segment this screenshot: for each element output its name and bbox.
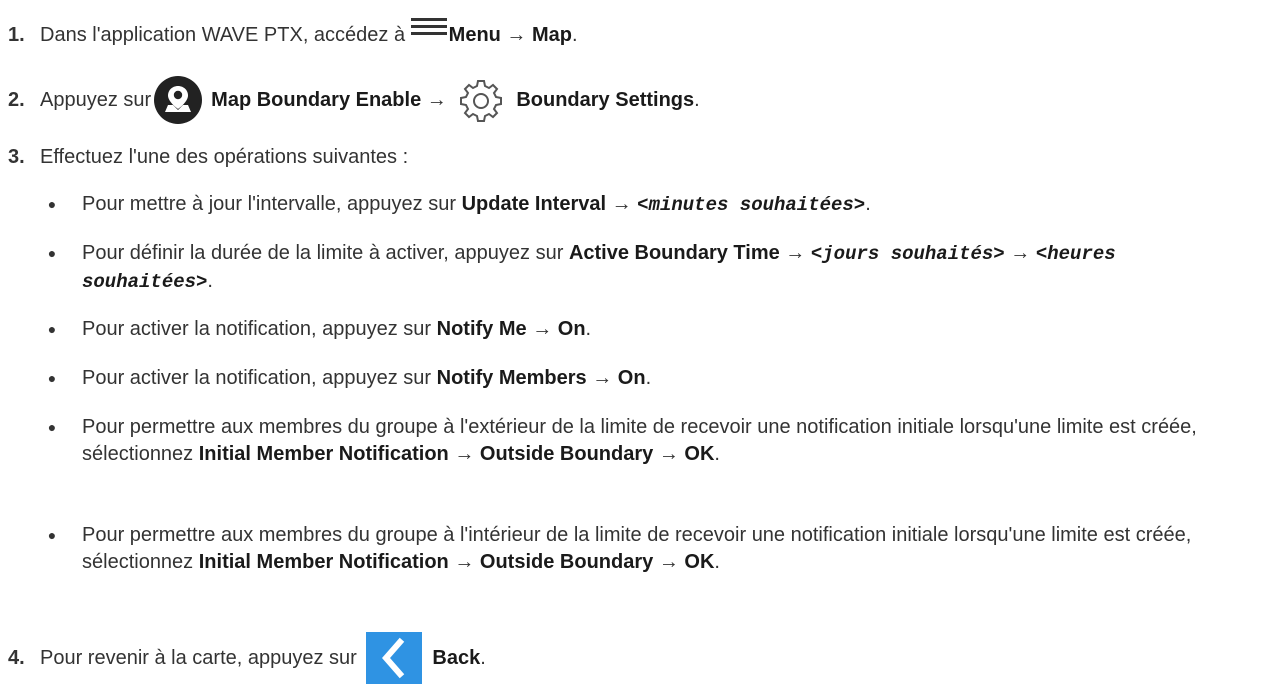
step-1-prefix: Dans l'application WAVE PTX, accédez à [40, 23, 411, 46]
list-item: ● Pour définir la durée de la limite à a… [40, 240, 1220, 296]
step-3: 3. Effectuez l'une des opérations suivan… [0, 143, 408, 171]
bullet-marker: ● [47, 196, 57, 212]
list-item: ● Pour mettre à jour l'intervalle, appuy… [40, 191, 1220, 219]
back-label: Back [432, 646, 481, 669]
list-item: ● Pour activer la notification, appuyez … [40, 365, 1220, 392]
arrow: → [421, 88, 453, 111]
procedure-document: 1. Dans l'application WAVE PTX, accédez … [0, 0, 1266, 690]
arrow: → [526, 318, 558, 340]
step-4-prefix: Pour revenir à la carte, appuyez sur [40, 646, 363, 669]
step-1: 1. Dans l'application WAVE PTX, accédez … [0, 18, 578, 50]
list-item: ● Pour permettre aux membres du groupe à… [40, 522, 1220, 576]
arrow: → [779, 242, 811, 264]
list-item: ● Pour activer la notification, appuyez … [40, 316, 1220, 343]
ok-label: OK [684, 551, 715, 573]
list-item-text: Pour permettre aux membres du groupe à l… [64, 414, 1220, 468]
arrow: → [653, 443, 685, 465]
outside-boundary-label: Outside Boundary [479, 551, 654, 573]
step-number: 1. [8, 23, 25, 46]
arrow: → [448, 443, 480, 465]
period: . [572, 23, 578, 46]
menu-label: Menu [448, 23, 501, 46]
bullet-marker: ● [47, 321, 57, 337]
period: . [645, 367, 652, 389]
list-item-text: Pour activer la notification, appuyez su… [64, 365, 1220, 392]
period: . [480, 646, 486, 669]
on-label: On [617, 367, 646, 389]
initial-member-notification-label: Initial Member Notification [198, 551, 449, 573]
period: . [865, 193, 871, 215]
initial-member-notification-label: Initial Member Notification [198, 443, 449, 465]
option-text: Pour activer la notification, appuyez su… [82, 318, 437, 340]
ok-label: OK [684, 443, 715, 465]
arrow: → [586, 367, 618, 389]
gear-icon [456, 75, 506, 125]
bullet-marker: ● [47, 245, 57, 261]
step-text: Pour revenir à la carte, appuyez sur Bac… [40, 632, 486, 684]
placeholder-value: <jours souhaités> [810, 243, 1005, 265]
notify-me-label: Notify Me [436, 318, 527, 340]
step-2-prefix: Appuyez sur [40, 88, 152, 111]
bullet-marker: ● [47, 527, 57, 543]
option-text: Pour définir la durée de la limite à act… [82, 242, 569, 264]
option-text: Pour mettre à jour l'intervalle, appuyez… [82, 193, 462, 215]
step-number: 4. [8, 646, 25, 669]
notify-members-label: Notify Members [436, 367, 587, 389]
outside-boundary-label: Outside Boundary [479, 443, 654, 465]
step-2: 2. Appuyez sur Map Boundary Enable → Bou… [0, 70, 700, 130]
list-item: ● Pour permettre aux membres du groupe à… [40, 414, 1220, 468]
list-item-text: Pour définir la durée de la limite à act… [64, 240, 1220, 296]
period: . [585, 318, 592, 340]
period: . [207, 270, 213, 292]
step-4: 4. Pour revenir à la carte, appuyez sur … [0, 630, 486, 686]
period: . [694, 88, 700, 111]
map-boundary-enable-label: Map Boundary Enable [211, 88, 422, 111]
arrow: → [653, 551, 685, 573]
period: . [714, 551, 720, 573]
period: . [714, 443, 720, 465]
option-text: Pour activer la notification, appuyez su… [82, 367, 437, 389]
arrow: → [606, 193, 638, 215]
update-interval-label: Update Interval [461, 193, 607, 215]
arrow: → [1004, 242, 1036, 264]
list-item-text: Pour activer la notification, appuyez su… [64, 316, 1220, 343]
active-boundary-time-label: Active Boundary Time [568, 242, 780, 264]
list-item-text: Pour mettre à jour l'intervalle, appuyez… [64, 191, 1220, 219]
bullet-marker: ● [47, 419, 57, 435]
step-number: 3. [8, 145, 25, 168]
list-item-text: Pour permettre aux membres du groupe à l… [64, 522, 1220, 576]
map-boundary-icon [153, 75, 203, 125]
hamburger-menu-icon [410, 18, 447, 40]
step-text: Dans l'application WAVE PTX, accédez à M… [40, 18, 578, 47]
step-number: 2. [8, 88, 25, 111]
map-label: Map [532, 23, 572, 46]
step-text: Appuyez sur Map Boundary Enable → Bounda… [40, 75, 700, 125]
on-label: On [557, 318, 586, 340]
back-chevron-icon [366, 632, 423, 684]
boundary-settings-label: Boundary Settings [516, 88, 695, 111]
step-text: Effectuez l'une des opérations suivantes… [40, 145, 409, 168]
arrow: → [500, 23, 532, 46]
placeholder-value: <minutes souhaitées> [637, 194, 866, 216]
bullet-marker: ● [47, 370, 57, 386]
arrow: → [448, 551, 480, 573]
